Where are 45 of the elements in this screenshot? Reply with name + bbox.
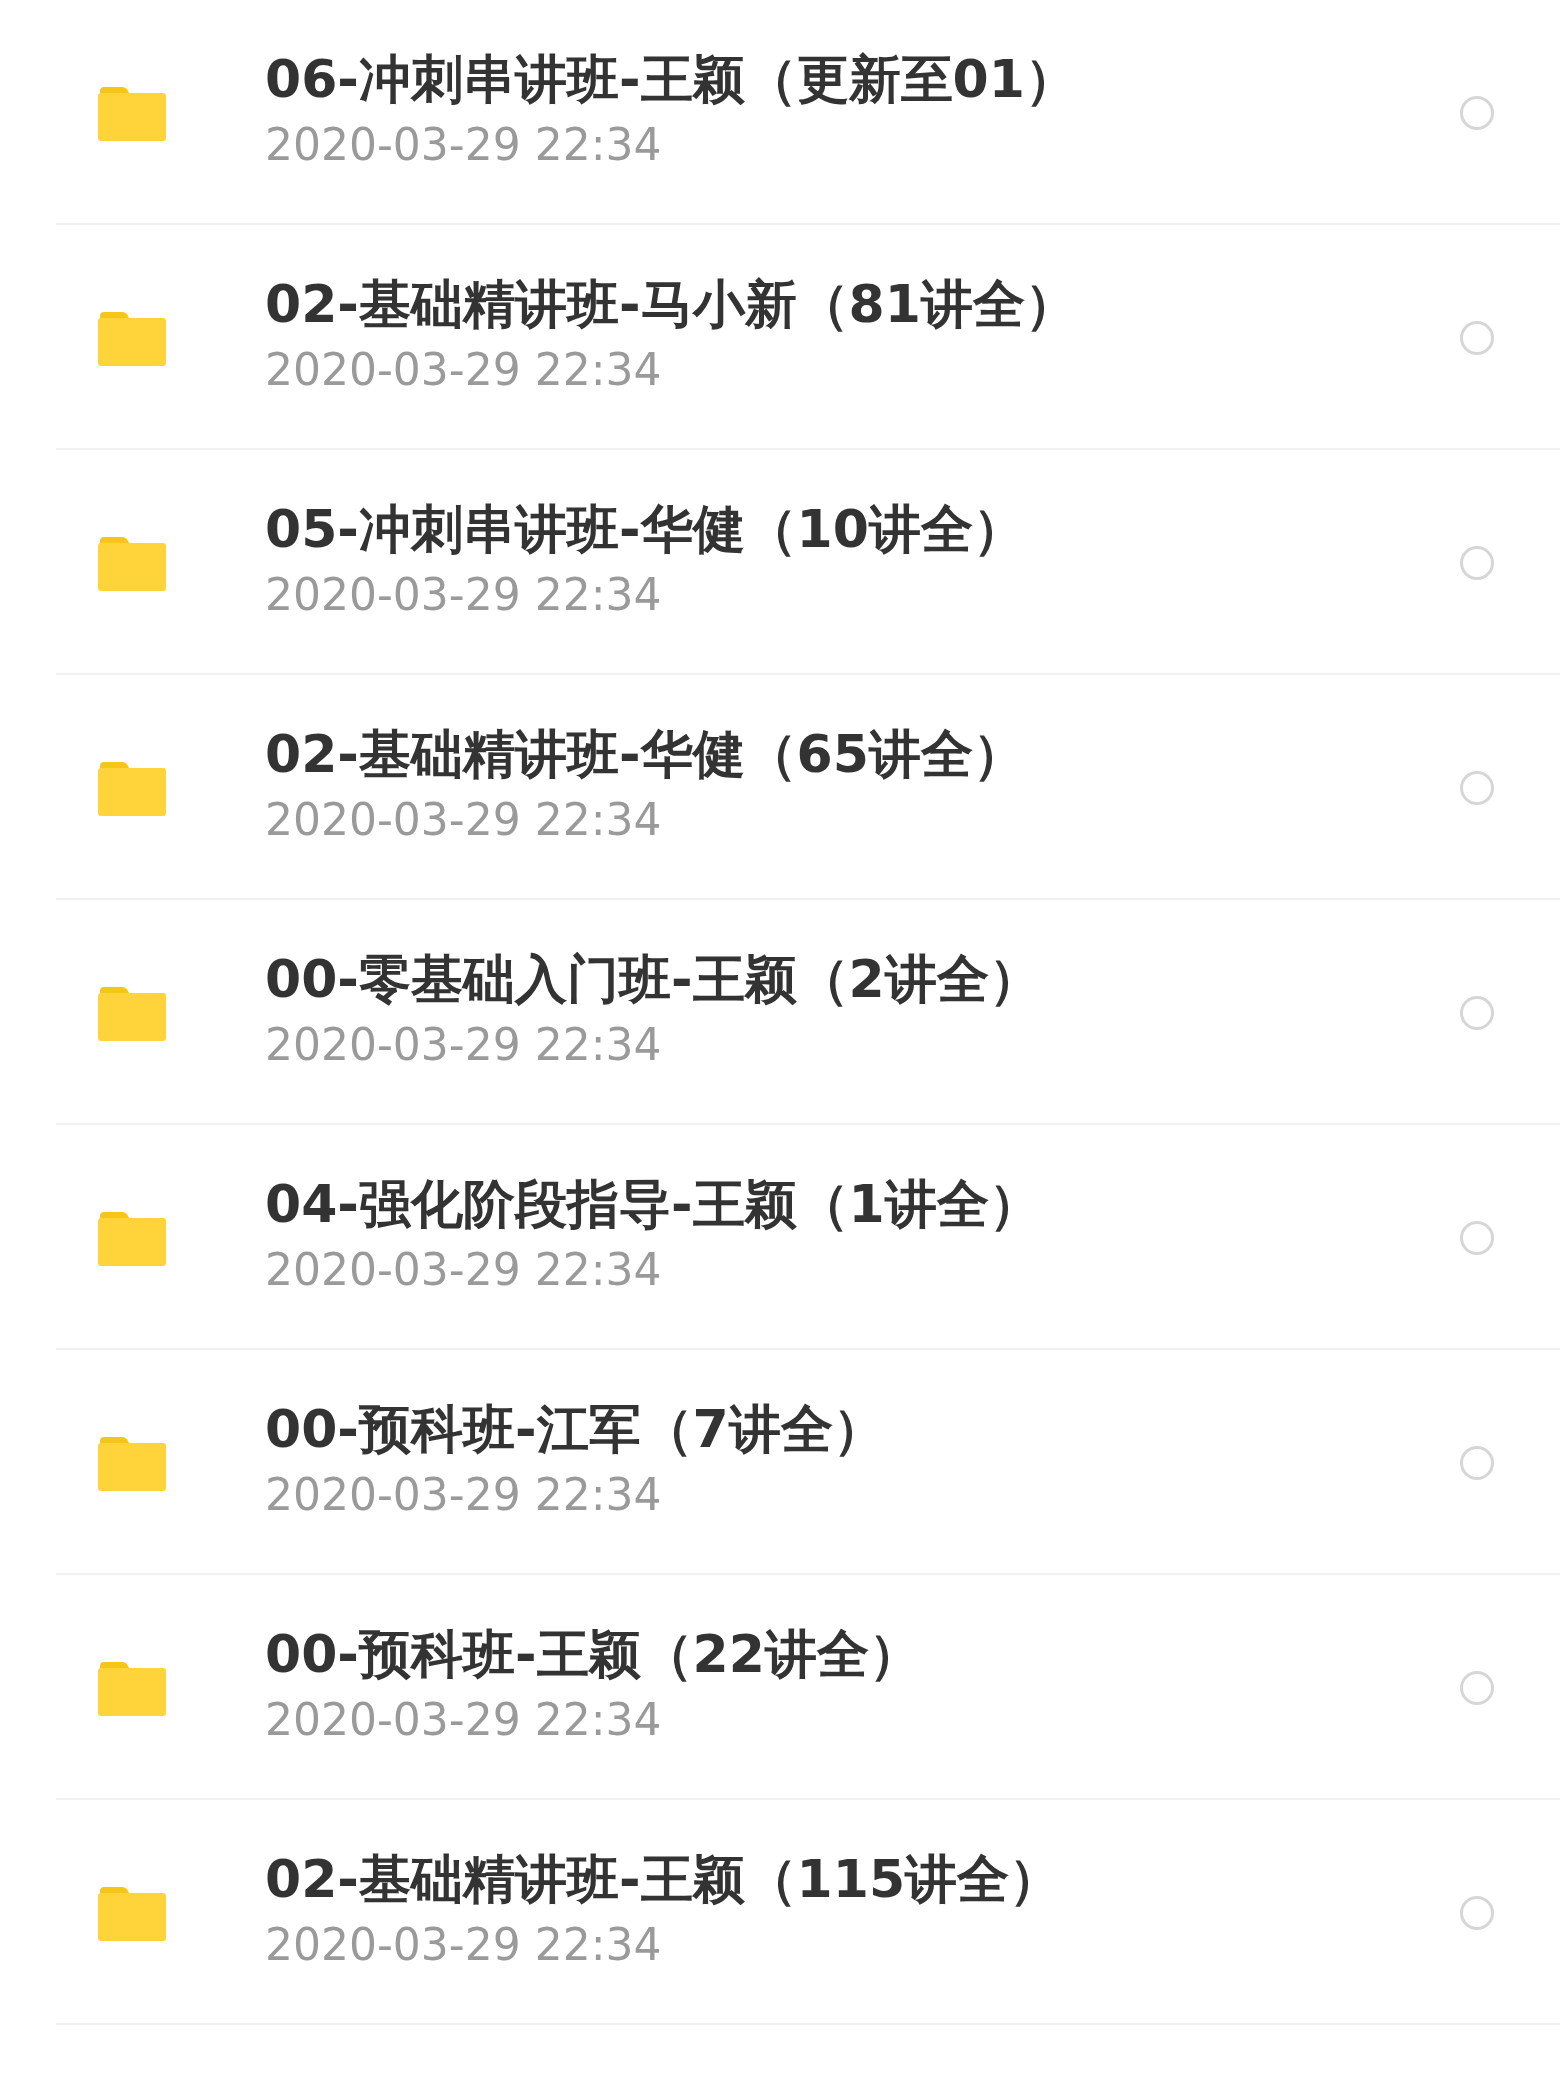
folder-icon [98,759,166,816]
folder-name: 05-冲刺串讲班-华健（10讲全） [265,498,1026,561]
folder-row[interactable]: 00-预科班-王颖（22讲全） 2020-03-29 22:34 [0,1575,1560,1800]
select-radio[interactable] [1460,1220,1494,1255]
folder-row[interactable]: 00-预科班-江军（7讲全） 2020-03-29 22:34 [0,1350,1560,1575]
modified-date: 2020-03-29 22:34 [265,1695,663,1744]
folder-name: 00-预科班-江军（7讲全） [265,1398,886,1461]
folder-row[interactable]: 00-零基础入门班-王颖（2讲全） 2020-03-29 22:34 [0,900,1560,1125]
folder-name: 02-基础精讲班-马小新（81讲全） [265,273,1078,336]
folder-name: 06-冲刺串讲班-王颖（更新至01） [265,48,1078,111]
select-radio[interactable] [1460,1895,1494,1930]
select-radio[interactable] [1460,995,1494,1030]
folder-name: 00-零基础入门班-王颖（2讲全） [265,948,1042,1011]
folder-row[interactable]: 02-基础精讲班-华健（65讲全） 2020-03-29 22:34 [0,675,1560,900]
folder-row[interactable]: 06-冲刺串讲班-王颖（更新至01） 2020-03-29 22:34 [0,0,1560,225]
folder-row[interactable]: 04-强化阶段指导-王颖（1讲全） 2020-03-29 22:34 [0,1125,1560,1350]
folder-name: 02-基础精讲班-王颖（115讲全） [265,1848,1063,1911]
modified-date: 2020-03-29 22:34 [265,1020,663,1069]
folder-row[interactable]: 02-基础精讲班-马小新（81讲全） 2020-03-29 22:34 [0,225,1560,450]
folder-icon [98,534,166,591]
folder-icon [98,1884,166,1941]
modified-date: 2020-03-29 22:34 [265,345,663,394]
select-radio[interactable] [1460,545,1494,580]
folder-row[interactable]: 05-冲刺串讲班-华健（10讲全） 2020-03-29 22:34 [0,450,1560,675]
select-radio[interactable] [1460,1445,1494,1480]
modified-date: 2020-03-29 22:34 [265,570,663,619]
folder-row[interactable]: 02-基础精讲班-王颖（115讲全） 2020-03-29 22:34 [0,1800,1560,2025]
modified-date: 2020-03-29 22:34 [265,1920,663,1969]
select-radio[interactable] [1460,770,1494,805]
folder-icon [98,1659,166,1716]
folder-icon [98,1434,166,1491]
folder-name: 02-基础精讲班-华健（65讲全） [265,723,1026,786]
modified-date: 2020-03-29 22:34 [265,120,663,169]
modified-date: 2020-03-29 22:34 [265,795,663,844]
folder-icon [98,309,166,366]
folder-name: 04-强化阶段指导-王颖（1讲全） [265,1173,1042,1236]
folder-icon [98,84,166,141]
select-radio[interactable] [1460,320,1494,355]
select-radio[interactable] [1460,95,1494,130]
folder-icon [98,984,166,1041]
folder-name: 00-预科班-王颖（22讲全） [265,1623,922,1686]
select-radio[interactable] [1460,1670,1494,1705]
modified-date: 2020-03-29 22:34 [265,1470,663,1519]
modified-date: 2020-03-29 22:34 [265,1245,663,1294]
folder-icon [98,1209,166,1266]
